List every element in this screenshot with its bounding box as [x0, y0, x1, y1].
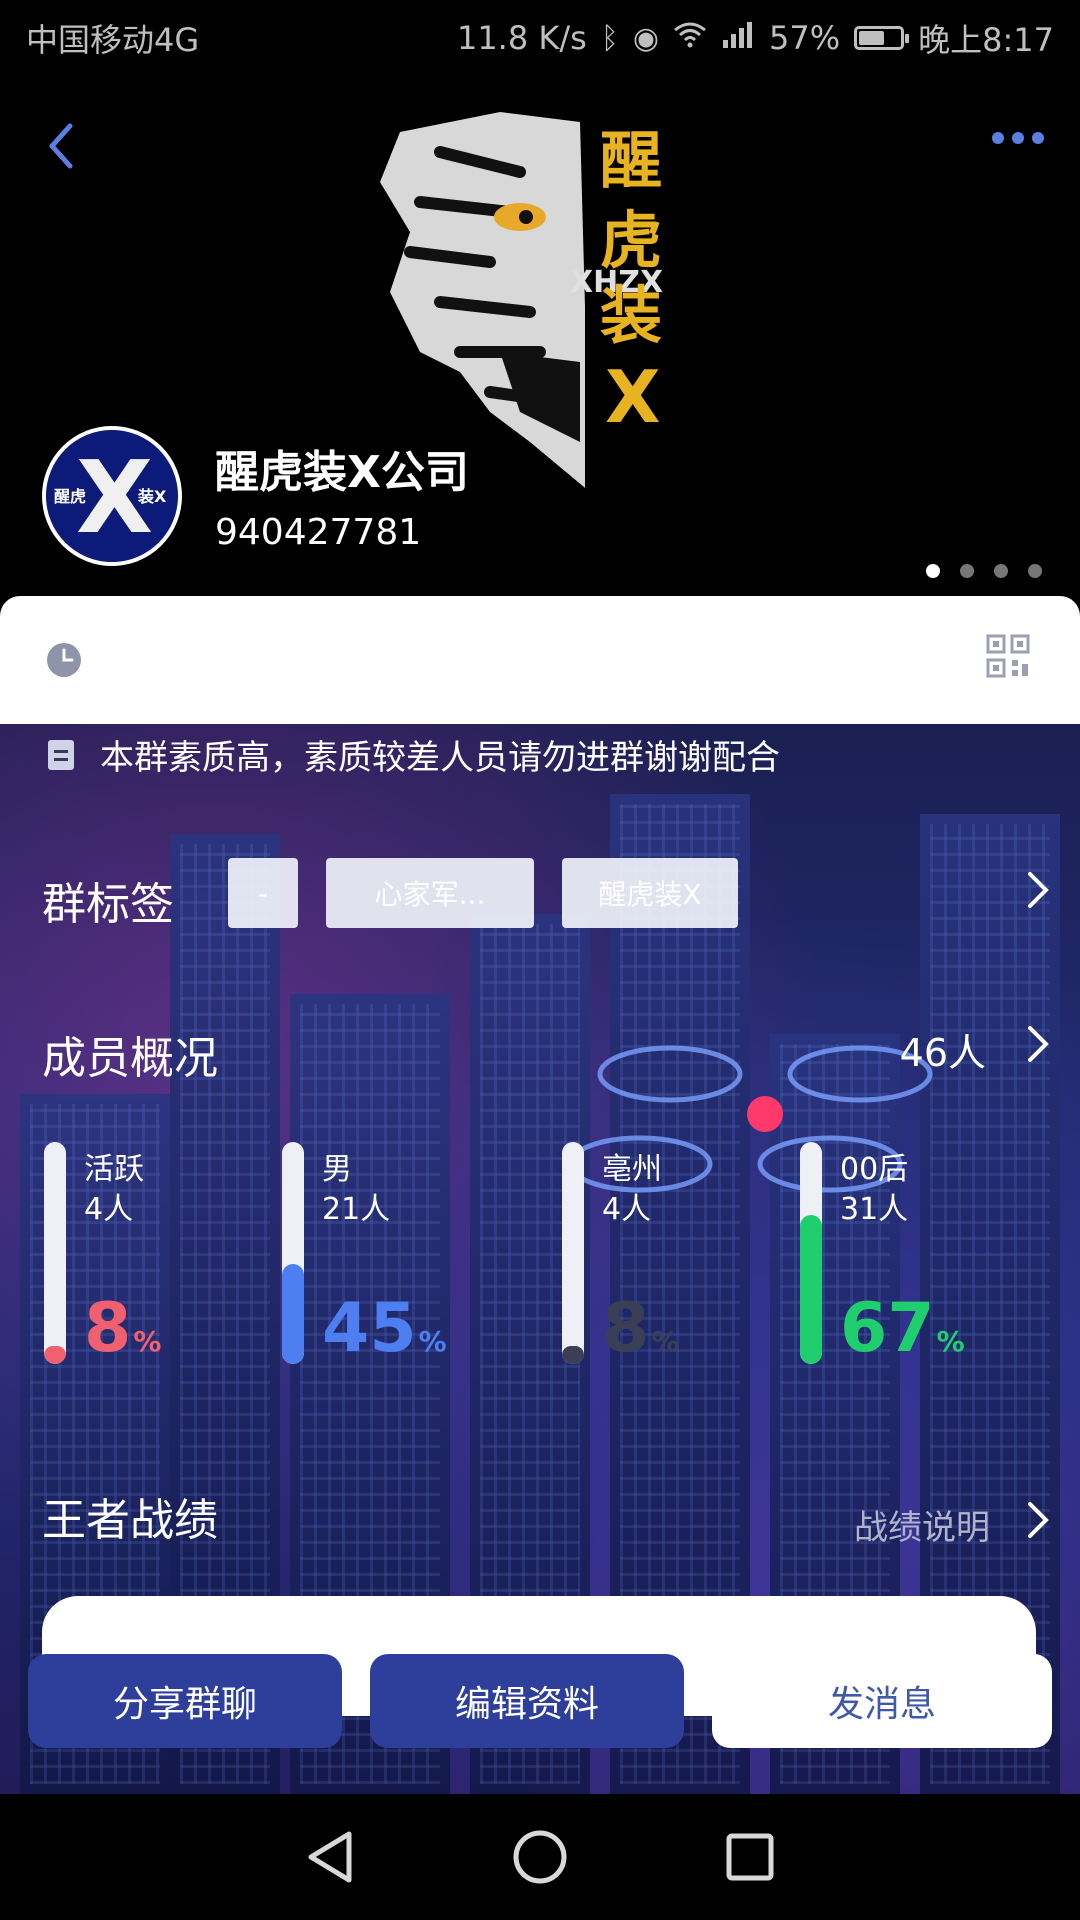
member-count[interactable]: 46人 [900, 1022, 986, 1077]
edit-profile-button[interactable]: 编辑资料 [370, 1654, 684, 1748]
stat-bar-track [44, 1142, 66, 1364]
stat-bar-track [282, 1142, 304, 1364]
bluetooth-icon: ᛒ [600, 20, 619, 56]
group-tag[interactable]: 心家军... [326, 858, 534, 928]
tags-section-title: 群标签 [42, 879, 174, 930]
group-name: 醒虎装X公司 [215, 447, 469, 498]
stat-active: 活跃 4人 8% [44, 1142, 264, 1364]
more-dot-icon [1012, 132, 1024, 144]
stat-percent-unit: % [651, 1325, 680, 1358]
wifi-icon [673, 20, 707, 56]
clock-icon[interactable] [46, 642, 82, 678]
stat-bar-fill [800, 1215, 822, 1364]
page-dot [960, 564, 974, 578]
group-info-card [0, 596, 1080, 724]
page-dot [994, 564, 1008, 578]
qr-code-icon[interactable] [986, 634, 1030, 678]
members-section-title: 成员概况 [42, 1033, 218, 1084]
stat-bar-track [800, 1142, 822, 1364]
stat-percent-value: 8 [602, 1289, 650, 1368]
stat-percent-value: 45 [322, 1289, 417, 1368]
avatar-text-left: 醒虎 [54, 487, 86, 506]
battery-icon [854, 26, 910, 50]
nav-recents-button[interactable] [720, 1827, 780, 1887]
group-avatar[interactable]: X 醒虎 装X [42, 426, 182, 566]
stat-label: 亳州 [602, 1152, 662, 1187]
records-chevron-icon[interactable] [1026, 1498, 1050, 1553]
group-tag[interactable]: 醒虎装X [562, 858, 738, 928]
avatar-text-right: 装X [137, 487, 167, 506]
more-dot-icon [992, 132, 1004, 144]
stat-male: 男 21人 45% [282, 1142, 502, 1364]
group-id: 940427781 [215, 512, 422, 553]
share-group-button[interactable]: 分享群聊 [28, 1654, 342, 1748]
stat-percent-unit: % [418, 1325, 447, 1358]
logo-char-1: 醒 [600, 124, 662, 197]
stat-label: 男 [322, 1152, 352, 1187]
page-dot [1028, 564, 1042, 578]
stat-count: 4人 [84, 1192, 134, 1227]
records-section-title: 王者战绩 [42, 1495, 218, 1546]
stat-percent-unit: % [133, 1325, 162, 1358]
stat-percent: 8% [602, 1294, 679, 1377]
group-tag[interactable]: - [228, 858, 298, 928]
stat-region: 亳州 4人 8% [562, 1142, 782, 1364]
records-description-link[interactable]: 战绩说明 [854, 1500, 990, 1549]
more-options-button[interactable] [992, 132, 1044, 144]
clock-time: 晚上8:17 [918, 21, 1054, 59]
stat-percent: 45% [322, 1294, 447, 1377]
network-speed: 11.8 K/s [456, 19, 587, 57]
document-icon [48, 739, 74, 770]
tags-chevron-icon[interactable] [1026, 868, 1050, 923]
back-button[interactable] [40, 116, 84, 176]
stat-percent-value: 8 [84, 1289, 132, 1368]
carrier-label: 中国移动4G [26, 21, 200, 59]
stat-label: 00后 [840, 1152, 909, 1187]
stat-label: 活跃 [84, 1152, 144, 1187]
back-arrow-icon [49, 123, 73, 169]
logo-char-4: X [605, 355, 661, 439]
square-recents-icon [726, 1833, 774, 1881]
stat-percent: 8% [84, 1294, 161, 1377]
group-notice[interactable]: 本群素质高，素质较差人员请勿进群谢谢配合 [48, 730, 780, 779]
stat-bar-fill [562, 1346, 584, 1364]
stat-bar-track [562, 1142, 584, 1364]
status-bar: 中国移动4G 11.8 K/s ᛒ ◉ 57% 晚上8:17 [0, 0, 1080, 76]
signal-icon [721, 20, 755, 56]
send-message-button[interactable]: 发消息 [712, 1654, 1052, 1748]
nav-back-button[interactable] [300, 1827, 360, 1887]
eye-icon: ◉ [632, 20, 659, 56]
more-dot-icon [1032, 132, 1044, 144]
battery-percent: 57% [769, 19, 841, 57]
cover-page-indicator [926, 564, 1042, 578]
stat-age: 00后 31人 67% [800, 1142, 1020, 1364]
stat-count: 4人 [602, 1192, 652, 1227]
stat-bar-fill [44, 1346, 66, 1364]
group-avatar-icon: X 醒虎 装X [46, 430, 178, 562]
group-tags[interactable]: - 心家军... 醒虎装X [228, 858, 738, 928]
circle-home-icon [513, 1830, 567, 1884]
logo-char-3: 装 [600, 279, 662, 352]
notice-text: 本群素质高，素质较差人员请勿进群谢谢配合 [100, 738, 780, 778]
stat-bar-fill [282, 1264, 304, 1364]
system-nav-bar [0, 1794, 1080, 1920]
stat-count: 31人 [840, 1192, 909, 1227]
stat-percent-value: 67 [840, 1289, 935, 1368]
members-chevron-icon[interactable] [1026, 1022, 1050, 1077]
group-header: 醒 虎 XHZX 装 X X 醒虎 装X 醒虎装X公司 940427781 [0, 76, 1080, 596]
nav-home-button[interactable] [510, 1827, 570, 1887]
page-dot [926, 564, 940, 578]
stat-percent: 67% [840, 1294, 965, 1377]
triangle-back-icon [308, 1831, 352, 1883]
status-icons: 11.8 K/s ᛒ ◉ 57% 晚上8:17 [457, 15, 1054, 61]
stat-percent-unit: % [936, 1325, 965, 1358]
stat-count: 21人 [322, 1192, 391, 1227]
battery-level [859, 31, 885, 45]
